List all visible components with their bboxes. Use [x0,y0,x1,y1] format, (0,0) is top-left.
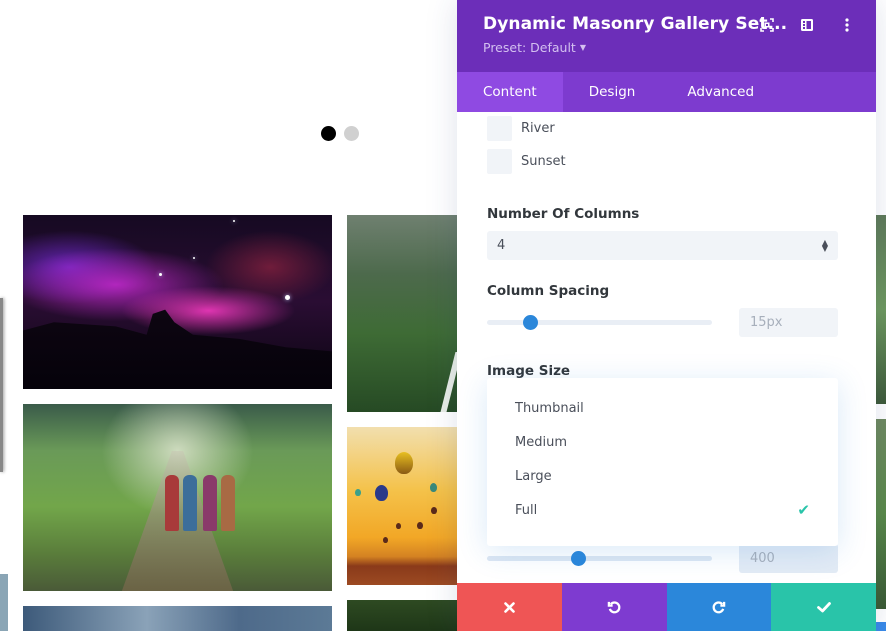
gallery-image-mountain[interactable] [23,606,332,631]
balloon [395,452,413,474]
balloon [375,485,388,501]
slider-dot-1[interactable] [321,126,336,141]
undo-icon [607,600,620,613]
person [203,475,217,532]
tab-advanced[interactable]: Advanced [661,72,780,112]
redo-button[interactable] [666,583,772,631]
checkbox[interactable] [487,116,512,141]
slider-pagination [321,126,359,141]
page: Dynamic Masonry Gallery Set... Preset: D… [0,0,886,631]
person [221,475,235,532]
gallery-image-partial-right-1[interactable] [876,215,886,404]
column-spacing-control: 15px [487,308,838,337]
gallery-image-jungle[interactable] [347,600,457,631]
waterfall-streak [440,352,457,412]
option-medium[interactable]: Medium [487,425,838,459]
gallery-image-balloons[interactable] [347,427,457,585]
gallery-image-rural-path[interactable] [23,404,332,591]
focus-mode-icon[interactable] [758,16,776,34]
panel-footer [457,583,876,631]
columns-value: 4 [497,238,506,253]
columns-select[interactable]: 4 ▲ ▼ [487,231,838,260]
option-large[interactable]: Large [487,459,838,493]
columns-label: Number Of Columns [487,206,640,222]
close-icon [504,601,515,613]
sidebar-layout-icon[interactable] [798,16,816,34]
underlying-slider[interactable] [487,551,712,566]
gallery-image-partial-right-2[interactable] [876,419,886,609]
balloon [355,489,361,496]
save-button[interactable] [771,583,876,631]
category-checkbox-sunset[interactable]: Sunset [487,149,838,174]
balloon [383,537,388,543]
gallery-image-nebula[interactable] [23,215,332,389]
select-arrows-icon: ▲ ▼ [821,237,828,253]
tab-design[interactable]: Design [563,72,662,112]
preset-label: Preset: Default [483,40,576,55]
column-spacing-label: Column Spacing [487,283,610,299]
option-label: Full [515,502,538,518]
header-actions [758,16,856,34]
caret-down-icon: ▼ [579,43,586,52]
image-size-label: Image Size [487,363,571,379]
left-edge-shadow [0,298,3,472]
star [233,220,235,222]
undo-button[interactable] [561,583,667,631]
person [165,475,179,532]
preset-selector[interactable]: Preset: Default ▼ [483,40,850,55]
balloon [430,483,437,492]
slider-dot-2[interactable] [344,126,359,141]
star [159,273,162,276]
option-label: Medium [515,434,567,450]
checkmark-icon [816,601,831,612]
panel-header[interactable]: Dynamic Masonry Gallery Set... Preset: D… [457,0,876,72]
panel-tabs: Content Design Advanced [457,72,876,112]
underlying-slider-input[interactable]: 400 [739,544,838,573]
tab-content[interactable]: Content [457,72,563,112]
option-thumbnail[interactable]: Thumbnail [487,391,838,425]
column-spacing-slider[interactable] [487,315,712,330]
redo-icon [713,600,726,613]
gallery-image-partial-left[interactable] [0,574,8,631]
balloon [417,522,423,529]
cancel-button[interactable] [457,583,562,631]
checkbox-label: River [521,121,555,136]
panel-body[interactable]: River Sunset Number Of Columns 4 ▲ ▼ Colu… [457,112,876,583]
person [183,475,197,532]
star [193,257,195,259]
column-spacing-input[interactable]: 15px [739,308,838,337]
module-settings-panel: Dynamic Masonry Gallery Set... Preset: D… [457,0,876,631]
option-label: Thumbnail [515,400,584,416]
nebula-silhouette [23,309,332,389]
category-checkbox-river[interactable]: River [487,116,838,141]
image-size-dropdown: Thumbnail Medium Large Full ✔ [487,378,838,546]
underlying-slider-control: 400 [487,544,838,573]
more-vertical-icon[interactable] [838,16,856,34]
balloon [396,523,401,529]
balloon [431,507,437,514]
option-full[interactable]: Full ✔ [487,493,838,527]
checkmark-icon: ✔ [797,501,810,519]
slider-handle[interactable] [522,315,538,330]
star [285,295,290,300]
slider-handle[interactable] [571,551,586,566]
option-label: Large [515,468,552,484]
checkbox[interactable] [487,149,512,174]
gallery-image-forest[interactable] [347,215,457,412]
checkbox-label: Sunset [521,154,566,169]
